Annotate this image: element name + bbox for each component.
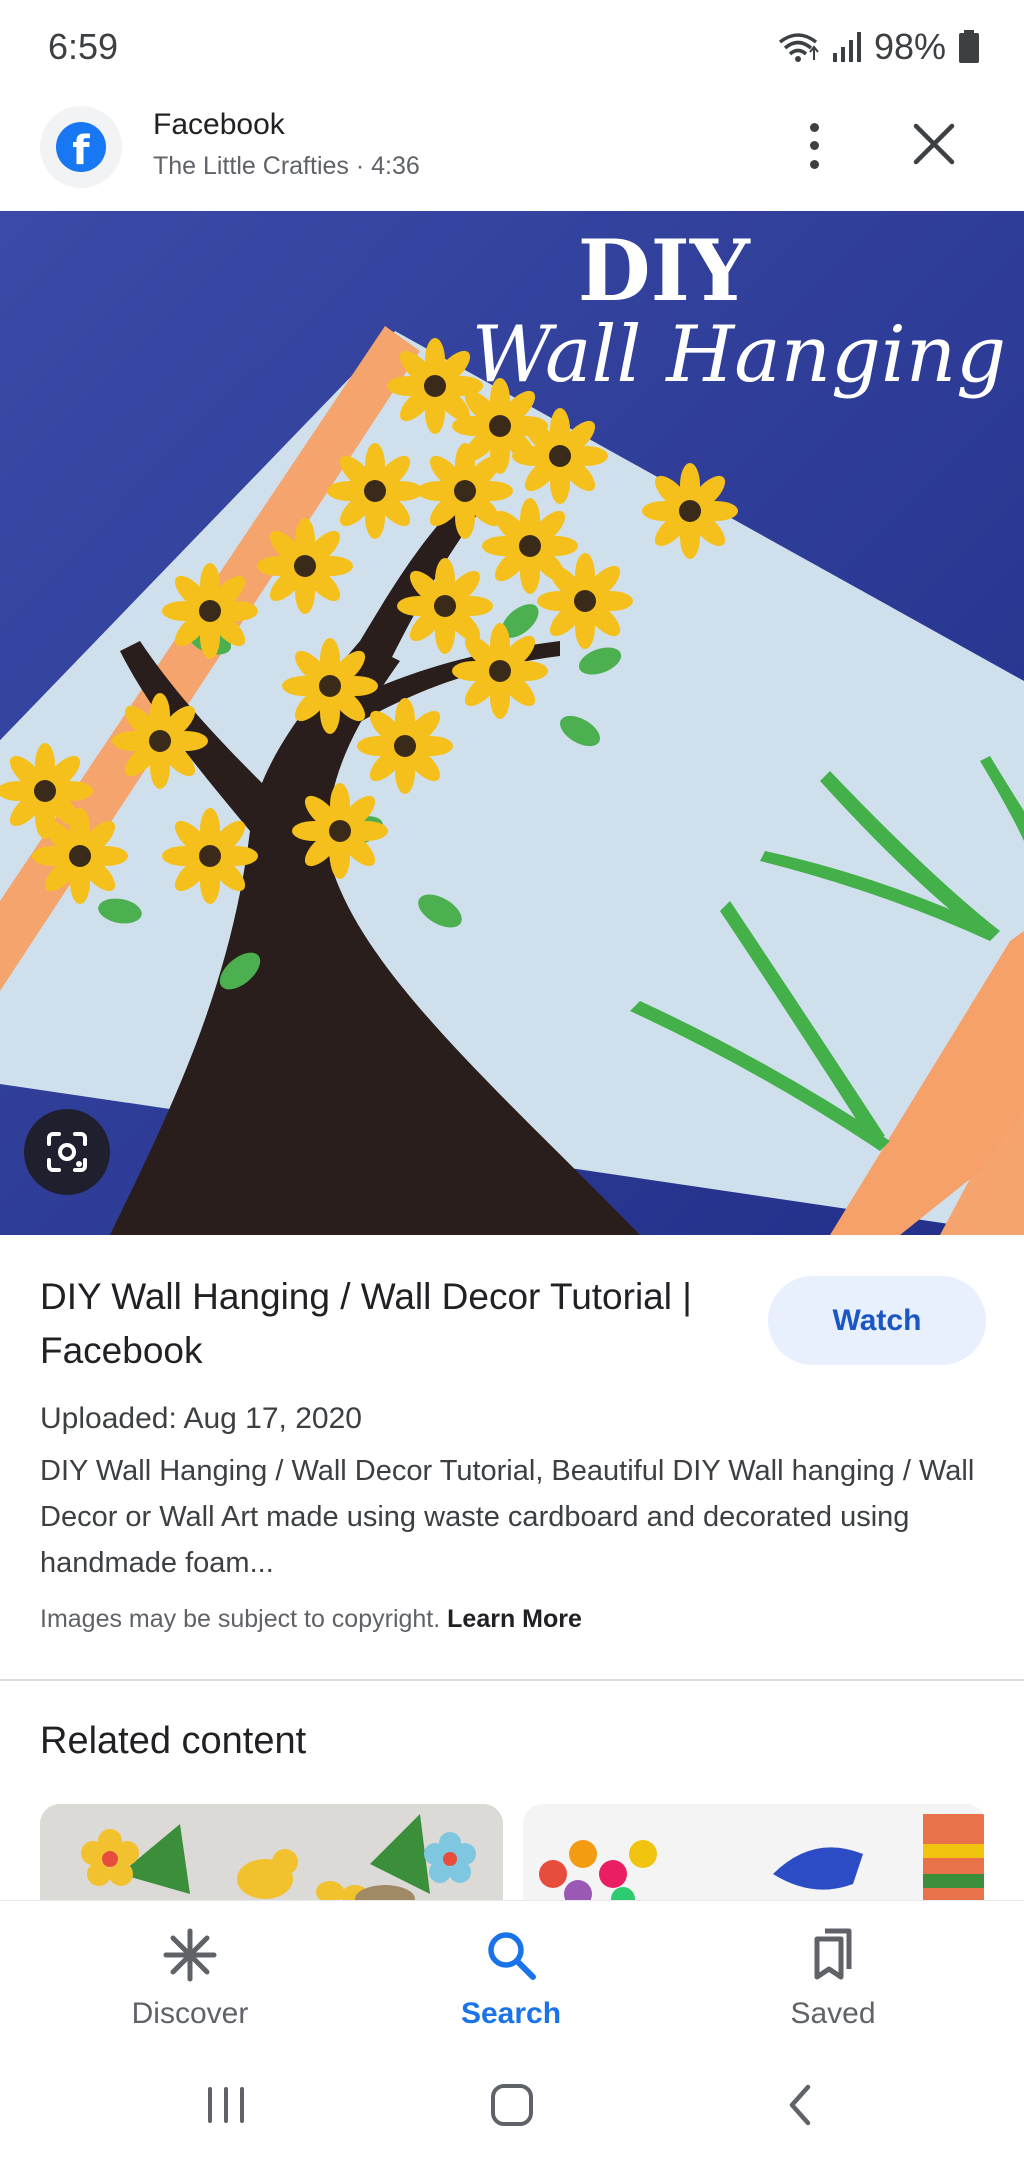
source-header: f Facebook The Little Crafties · 4:36 <box>0 96 1024 211</box>
back-button[interactable] <box>770 2080 830 2130</box>
nav-discover-label: Discover <box>131 1997 249 2030</box>
bottom-navigation: Discover Search Saved <box>0 1900 1024 2050</box>
learn-more-link[interactable]: Learn More <box>447 1605 582 1633</box>
nav-saved-label: Saved <box>790 1997 876 2030</box>
status-bar: 6:59 98% <box>0 0 1024 96</box>
close-icon[interactable] <box>908 118 960 170</box>
status-time: 6:59 <box>48 26 119 67</box>
copyright-text: Images may be subject to copyright. <box>40 1605 441 1633</box>
asterisk-icon <box>163 1928 217 1982</box>
recent-apps-icon <box>208 2087 244 2123</box>
more-options-button[interactable] <box>794 118 834 174</box>
bookmarks-icon <box>814 1928 852 1980</box>
signal-icon <box>832 32 861 62</box>
home-icon <box>491 2084 533 2126</box>
image-title-line1: DIY <box>577 221 750 320</box>
upload-date: Uploaded: Aug 17, 2020 <box>40 1402 362 1435</box>
system-navigation-bar <box>0 2050 1024 2161</box>
copyright-notice: Images may be subject to copyright. Lear… <box>40 1605 582 1634</box>
battery-percent: 98% <box>873 26 946 67</box>
nav-search-label: Search <box>460 1997 562 2030</box>
result-image[interactable]: DIY Wall Hanging <box>0 211 1024 1235</box>
watch-button[interactable]: Watch <box>768 1276 986 1365</box>
source-subtitle: The Little Crafties · 4:36 <box>153 152 420 180</box>
related-thumbnail[interactable] <box>523 1804 984 1900</box>
more-vert-icon <box>809 122 819 132</box>
lens-button[interactable] <box>24 1109 110 1195</box>
related-image-birds <box>40 1804 503 1900</box>
related-content-heading: Related content <box>40 1720 307 1762</box>
recent-apps-button[interactable] <box>196 2080 256 2130</box>
source-name[interactable]: Facebook <box>153 108 285 142</box>
facebook-logo[interactable]: f <box>40 106 122 188</box>
wifi-icon <box>778 33 819 62</box>
related-image-crafts <box>523 1804 984 1900</box>
image-overlay-title: DIY Wall Hanging <box>472 229 1006 399</box>
image-title-line2: Wall Hanging <box>471 310 1006 400</box>
result-description: DIY Wall Hanging / Wall Decor Tutorial, … <box>40 1455 975 1579</box>
nav-discover[interactable]: Discover <box>90 1927 290 2031</box>
related-thumbnail[interactable] <box>40 1804 503 1900</box>
lens-icon <box>47 1132 87 1172</box>
facebook-f-icon: f <box>56 122 106 172</box>
related-content-carousel[interactable] <box>40 1804 984 1900</box>
nav-saved[interactable]: Saved <box>733 1927 933 2031</box>
result-title[interactable]: DIY Wall Hanging / Wall Decor Tutorial |… <box>40 1270 740 1378</box>
divider <box>0 1679 1024 1681</box>
nav-search[interactable]: Search <box>411 1927 611 2031</box>
search-icon <box>488 1932 536 1980</box>
home-button[interactable] <box>482 2080 542 2130</box>
back-icon <box>789 2084 811 2126</box>
status-icons: 98% <box>776 26 980 68</box>
battery-icon <box>959 30 979 63</box>
